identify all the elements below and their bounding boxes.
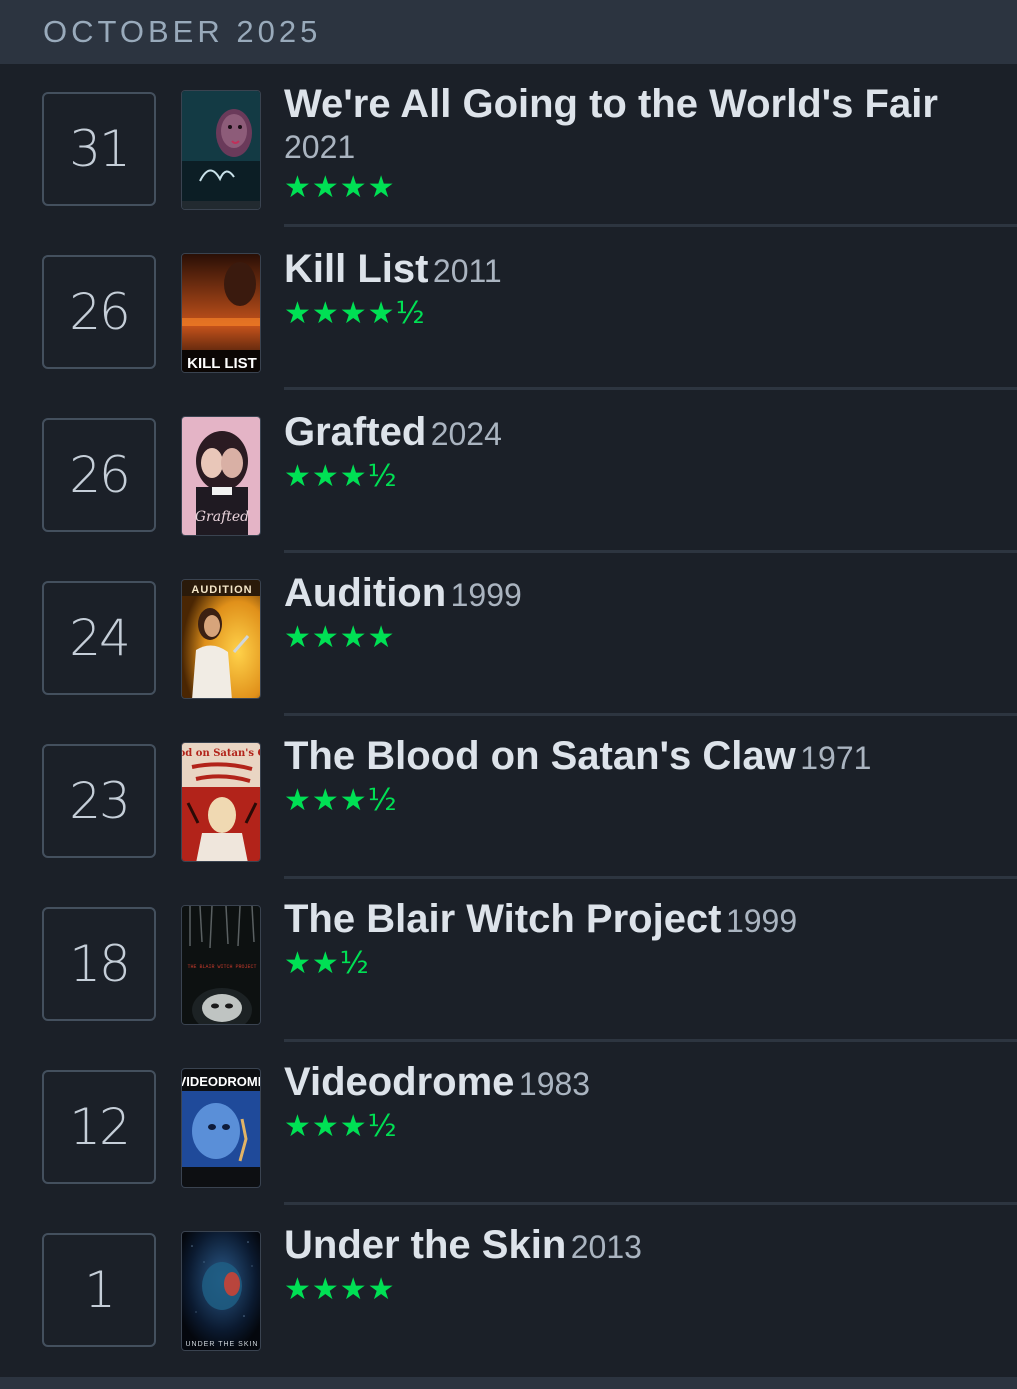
star-rating: ★★½ (284, 946, 370, 981)
film-year[interactable]: 2011 (433, 253, 502, 289)
poster-grafted-icon[interactable]: Grafted (181, 416, 261, 536)
diary-entry[interactable]: 24 AUDITION Audition 1999 ★★★★ (0, 553, 1017, 716)
poster-text: VIDEODROME (182, 1074, 261, 1089)
title-line: We're All Going to the World's Fair 2021 (284, 82, 997, 166)
day-number[interactable]: 12 (42, 1070, 156, 1184)
film-year[interactable]: 2013 (571, 1229, 642, 1265)
title-line: Videodrome 1983 (284, 1060, 997, 1105)
star-rating: ★★★★½ (284, 296, 426, 331)
poster-text: KILL LIST (187, 355, 257, 372)
diary-entries-list: 31 We're All Going to the World's Fair 2… (0, 64, 1017, 1368)
entry-info: Audition 1999 ★★★★ (284, 571, 997, 655)
title-line: The Blood on Satan's Claw 1971 (284, 734, 997, 779)
film-title[interactable]: Kill List (284, 247, 428, 291)
poster-blair-witch-icon[interactable]: THE BLAIR WITCH PROJECT (181, 905, 261, 1025)
entry-info: The Blood on Satan's Claw 1971 ★★★½ (284, 734, 997, 818)
diary-entry[interactable]: 18 THE BLAIR WITCH PROJECT The Blair Wit… (0, 879, 1017, 1042)
poster-audition-icon[interactable]: AUDITION (181, 579, 261, 699)
film-year[interactable]: 2024 (431, 416, 502, 452)
title-line: Audition 1999 (284, 571, 997, 616)
entry-info: Under the Skin 2013 ★★★★ (284, 1223, 997, 1307)
diary-entry[interactable]: 26 Grafted Grafted 2024 ★★★½ (0, 390, 1017, 553)
day-number[interactable]: 23 (42, 744, 156, 858)
star-rating: ★★★½ (284, 783, 398, 818)
diary-entry[interactable]: 23 Blood on Satan's Claw The Blood on Sa… (0, 716, 1017, 879)
day-number[interactable]: 26 (42, 255, 156, 369)
film-title[interactable]: Videodrome (284, 1060, 514, 1104)
day-number[interactable]: 31 (42, 92, 156, 206)
poster-text: UNDER THE SKIN (186, 1341, 259, 1348)
title-line: The Blair Witch Project 1999 (284, 897, 997, 942)
month-label: OCTOBER 2025 (43, 14, 322, 49)
diary-entry[interactable]: 12 VIDEODROME Videodrome 1983 (0, 1042, 1017, 1205)
entry-info: Grafted 2024 ★★★½ (284, 410, 997, 494)
poster-text: Blood on Satan's Claw (182, 748, 261, 759)
day-number[interactable]: 24 (42, 581, 156, 695)
star-rating: ★★★½ (284, 459, 398, 494)
star-rating: ★★★★ (284, 1272, 396, 1307)
poster-text: THE BLAIR WITCH PROJECT (187, 964, 256, 970)
title-line: Kill List 2011 (284, 247, 997, 292)
film-title[interactable]: Under the Skin (284, 1223, 566, 1267)
diary-page: OCTOBER 2025 31 We're All Going to the W… (0, 0, 1017, 1389)
diary-entry[interactable]: 1 UNDER THE SKIN Under the Skin 2013 ★★★… (0, 1205, 1017, 1368)
film-year[interactable]: 1983 (519, 1066, 590, 1102)
poster-kill-list-icon[interactable]: KILL LIST (181, 253, 261, 373)
poster-under-the-skin-icon[interactable]: UNDER THE SKIN (181, 1231, 261, 1351)
film-title[interactable]: We're All Going to the World's Fair (284, 82, 938, 126)
poster-blood-satans-claw-icon[interactable]: Blood on Satan's Claw (181, 742, 261, 862)
poster-videodrome-icon[interactable]: VIDEODROME (181, 1068, 261, 1188)
title-line: Under the Skin 2013 (284, 1223, 997, 1268)
film-year[interactable]: 2021 (284, 129, 997, 166)
entry-info: Videodrome 1983 ★★★½ (284, 1060, 997, 1144)
film-title[interactable]: Audition (284, 571, 446, 615)
star-rating: ★★★★ (284, 620, 396, 655)
diary-entry[interactable]: 26 KILL LIST Kill List 2011 ★★★★½ (0, 227, 1017, 390)
poster-text: Grafted (195, 509, 249, 525)
day-number[interactable]: 18 (42, 907, 156, 1021)
month-header: OCTOBER 2025 (0, 0, 1017, 64)
film-title[interactable]: The Blood on Satan's Claw (284, 734, 796, 778)
film-year[interactable]: 1999 (451, 577, 522, 613)
bottom-bar (0, 1377, 1017, 1389)
poster-worlds-fair-icon[interactable] (181, 90, 261, 210)
entry-info: Kill List 2011 ★★★★½ (284, 247, 997, 331)
film-title[interactable]: Grafted (284, 410, 426, 454)
star-rating: ★★★★ (284, 170, 396, 205)
film-year[interactable]: 1999 (726, 903, 797, 939)
title-line: Grafted 2024 (284, 410, 997, 455)
diary-entry[interactable]: 31 We're All Going to the World's Fair 2… (0, 64, 1017, 227)
star-rating: ★★★½ (284, 1109, 398, 1144)
entry-info: The Blair Witch Project 1999 ★★½ (284, 897, 997, 981)
film-title[interactable]: The Blair Witch Project (284, 897, 722, 941)
entry-info: We're All Going to the World's Fair 2021… (284, 82, 997, 205)
day-number[interactable]: 1 (42, 1233, 156, 1347)
film-year[interactable]: 1971 (800, 740, 871, 776)
day-number[interactable]: 26 (42, 418, 156, 532)
poster-text: AUDITION (191, 584, 252, 596)
